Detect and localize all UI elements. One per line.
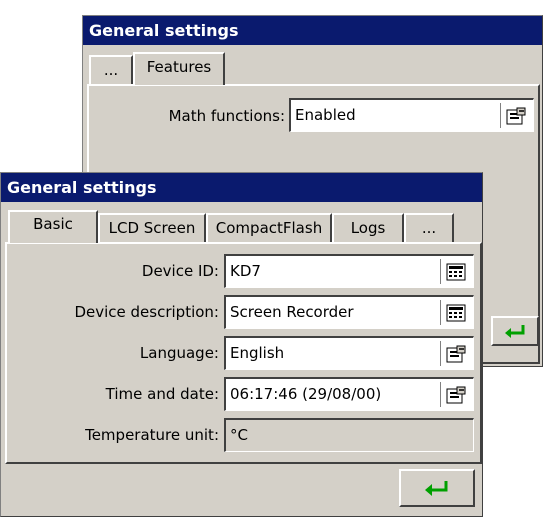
math-functions-field[interactable]: Enabled — [289, 98, 534, 132]
tab-compactflash[interactable]: CompactFlash — [206, 213, 332, 243]
math-functions-label: Math functions: — [168, 107, 285, 125]
time-and-date-field[interactable]: 06:17:46 (29/08/00) — [224, 377, 474, 411]
enter-icon — [425, 481, 448, 496]
front-settings-window: General settings Basic LCD Screen Compac… — [0, 172, 483, 517]
tab-more[interactable]: ... — [404, 213, 454, 243]
properties-icon[interactable] — [440, 341, 470, 366]
back-tab-more[interactable]: ... — [89, 55, 133, 85]
properties-icon[interactable] — [440, 382, 470, 407]
device-id-label: Device ID: — [141, 262, 219, 280]
tab-logs[interactable]: Logs — [332, 213, 404, 243]
device-description-label: Device description: — [74, 303, 219, 321]
back-enter-button[interactable] — [491, 316, 539, 346]
back-tab-features[interactable]: Features — [133, 52, 225, 85]
device-id-value: KD7 — [230, 262, 261, 280]
enter-icon — [505, 325, 525, 338]
language-label: Language: — [139, 344, 219, 362]
back-window-title: General settings — [83, 16, 542, 45]
tab-lcd-screen[interactable]: LCD Screen — [98, 213, 206, 243]
tab-basic[interactable]: Basic — [8, 210, 98, 243]
language-field[interactable]: English — [224, 336, 474, 370]
time-and-date-label: Time and date: — [105, 385, 219, 403]
temperature-unit-value: °C — [230, 426, 248, 444]
front-window-title: General settings — [1, 173, 482, 202]
basic-tab-panel: Device ID: KD7 Device description: Scree… — [5, 242, 482, 464]
enter-button[interactable] — [399, 469, 475, 507]
front-window-footer — [5, 466, 482, 514]
device-description-field[interactable]: Screen Recorder — [224, 295, 474, 329]
temperature-unit-label: Temperature unit: — [85, 426, 219, 444]
device-id-field[interactable]: KD7 — [224, 254, 474, 288]
keypad-icon[interactable] — [440, 259, 470, 284]
device-description-value: Screen Recorder — [230, 303, 354, 321]
properties-icon[interactable] — [500, 103, 530, 128]
keypad-icon[interactable] — [440, 300, 470, 325]
language-value: English — [230, 344, 285, 362]
time-and-date-value: 06:17:46 (29/08/00) — [230, 385, 382, 403]
temperature-unit-field: °C — [224, 418, 474, 452]
math-functions-value: Enabled — [295, 106, 356, 124]
